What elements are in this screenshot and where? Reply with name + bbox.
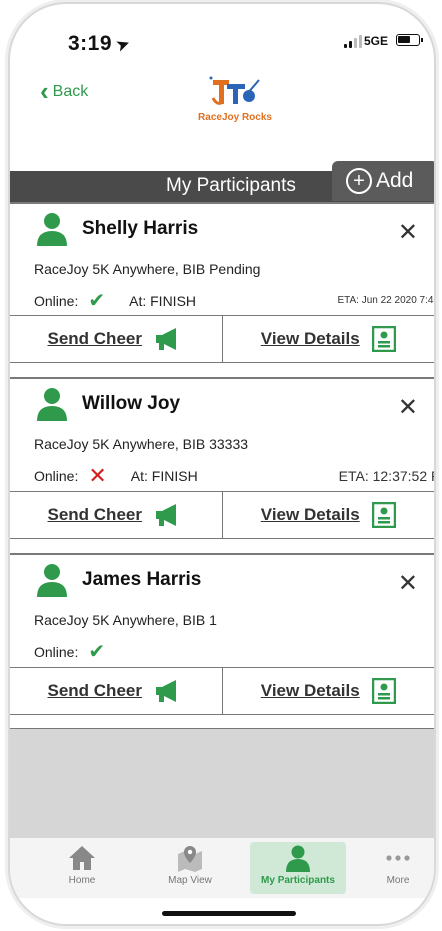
more-dots-icon bbox=[386, 855, 410, 861]
person-icon bbox=[36, 212, 68, 246]
details-card-icon bbox=[371, 326, 396, 352]
location-arrow-icon: ➤ bbox=[113, 33, 134, 56]
logo-mark-icon bbox=[209, 76, 260, 105]
participant-status: Online: ✔ At: FINISH ETA: Jun 22 2020 7:… bbox=[34, 288, 434, 313]
megaphone-icon bbox=[155, 680, 176, 702]
tab-my-participants[interactable]: My Participants bbox=[250, 842, 346, 894]
map-pin-icon bbox=[178, 846, 202, 872]
logo-text: RaceJoy Rocks bbox=[198, 112, 272, 123]
send-cheer-label: Send Cheer bbox=[47, 681, 142, 700]
x-mark-icon: ✕ bbox=[88, 463, 107, 488]
plus-icon: + bbox=[346, 168, 372, 194]
participant-header: Willow Joy bbox=[36, 387, 180, 421]
status-time: 3:19➤ bbox=[68, 32, 134, 56]
home-icon bbox=[69, 846, 95, 870]
participants-header: My Participants + Add bbox=[10, 161, 434, 202]
close-icon[interactable]: ✕ bbox=[398, 393, 418, 422]
participant-race: RaceJoy 5K Anywhere, BIB Pending bbox=[34, 261, 261, 277]
view-details-label: View Details bbox=[260, 681, 360, 700]
participant-name: Willow Joy bbox=[82, 393, 181, 414]
card-actions: Send Cheer View Details bbox=[10, 491, 434, 539]
send-cheer-button[interactable]: Send Cheer bbox=[10, 492, 223, 538]
close-icon[interactable]: ✕ bbox=[398, 218, 418, 247]
tab-my-participants-label: My Participants bbox=[261, 875, 335, 886]
phone-frame: 3:19➤ 5GE ‹ Back RaceJoy Rocks My Partic… bbox=[8, 2, 436, 926]
send-cheer-button[interactable]: Send Cheer bbox=[10, 668, 223, 714]
view-details-button[interactable]: View Details bbox=[223, 668, 435, 714]
add-label: Add bbox=[376, 169, 414, 192]
participant-status: Online: ✔ bbox=[34, 639, 434, 664]
chevron-left-icon: ‹ bbox=[40, 76, 49, 106]
tab-home-label: Home bbox=[68, 875, 96, 886]
checkmark-icon: ✔ bbox=[88, 290, 106, 312]
view-details-label: View Details bbox=[260, 505, 360, 524]
tab-home[interactable]: Home bbox=[34, 842, 130, 894]
tab-more[interactable]: More bbox=[350, 842, 434, 894]
online-label: Online: bbox=[34, 292, 79, 309]
megaphone-icon bbox=[155, 504, 176, 526]
eta-text: ETA: Jun 22 2020 7:46PM bbox=[337, 295, 434, 306]
view-details-button[interactable]: View Details bbox=[223, 492, 435, 538]
participant-name: James Harris bbox=[82, 569, 202, 590]
participant-race: RaceJoy 5K Anywhere, BIB 1 bbox=[34, 612, 217, 628]
network-type: 5GE bbox=[364, 34, 389, 48]
home-indicator bbox=[162, 911, 296, 916]
racejoy-logo: RaceJoy Rocks bbox=[190, 74, 280, 123]
participant-race: RaceJoy 5K Anywhere, BIB 33333 bbox=[34, 436, 249, 452]
tab-more-label: More bbox=[386, 875, 410, 886]
participant-card: James Harris ✕ RaceJoy 5K Anywhere, BIB … bbox=[10, 553, 434, 728]
megaphone-icon bbox=[155, 328, 176, 350]
online-label: Online: bbox=[34, 468, 79, 484]
status-bar: 3:19➤ 5GE bbox=[10, 4, 434, 76]
person-icon bbox=[36, 563, 68, 597]
participant-card: Shelly Harris ✕ RaceJoy 5K Anywhere, BIB… bbox=[10, 202, 434, 377]
location-status: At: FINISH bbox=[130, 468, 198, 484]
person-icon bbox=[286, 845, 310, 872]
battery-icon bbox=[396, 34, 423, 46]
checkmark-icon: ✔ bbox=[88, 641, 106, 663]
time-text: 3:19 bbox=[68, 32, 113, 55]
participant-header: Shelly Harris bbox=[36, 212, 198, 246]
participant-status: Online: ✕ At: FINISH ETA: 12:37:52 PM bbox=[34, 463, 434, 489]
location-status: At: FINISH bbox=[129, 292, 197, 309]
add-participant-button[interactable]: + Add bbox=[332, 161, 434, 201]
back-button[interactable]: ‹ Back bbox=[40, 76, 89, 106]
details-card-icon bbox=[371, 678, 396, 704]
send-cheer-button[interactable]: Send Cheer bbox=[10, 316, 223, 362]
tab-bar: Home Map View My Participants More bbox=[10, 838, 434, 898]
card-actions: Send Cheer View Details bbox=[10, 667, 434, 715]
empty-list-area bbox=[10, 728, 434, 838]
view-details-label: View Details bbox=[260, 329, 360, 348]
view-details-button[interactable]: View Details bbox=[223, 316, 435, 362]
signal-icon bbox=[344, 34, 362, 48]
participant-header: James Harris bbox=[36, 563, 201, 597]
send-cheer-label: Send Cheer bbox=[47, 329, 142, 348]
tab-map-view[interactable]: Map View bbox=[142, 842, 238, 894]
online-label: Online: bbox=[34, 643, 79, 660]
card-actions: Send Cheer View Details bbox=[10, 315, 434, 363]
participant-card: Willow Joy ✕ RaceJoy 5K Anywhere, BIB 33… bbox=[10, 377, 434, 553]
back-label: Back bbox=[52, 83, 89, 100]
person-icon bbox=[36, 387, 68, 421]
participant-name: Shelly Harris bbox=[82, 218, 199, 239]
page-title: My Participants bbox=[166, 175, 296, 196]
close-icon[interactable]: ✕ bbox=[398, 569, 418, 598]
tab-map-view-label: Map View bbox=[168, 875, 212, 886]
details-card-icon bbox=[371, 502, 396, 528]
eta-text: ETA: 12:37:52 PM bbox=[338, 468, 434, 484]
send-cheer-label: Send Cheer bbox=[47, 505, 142, 524]
